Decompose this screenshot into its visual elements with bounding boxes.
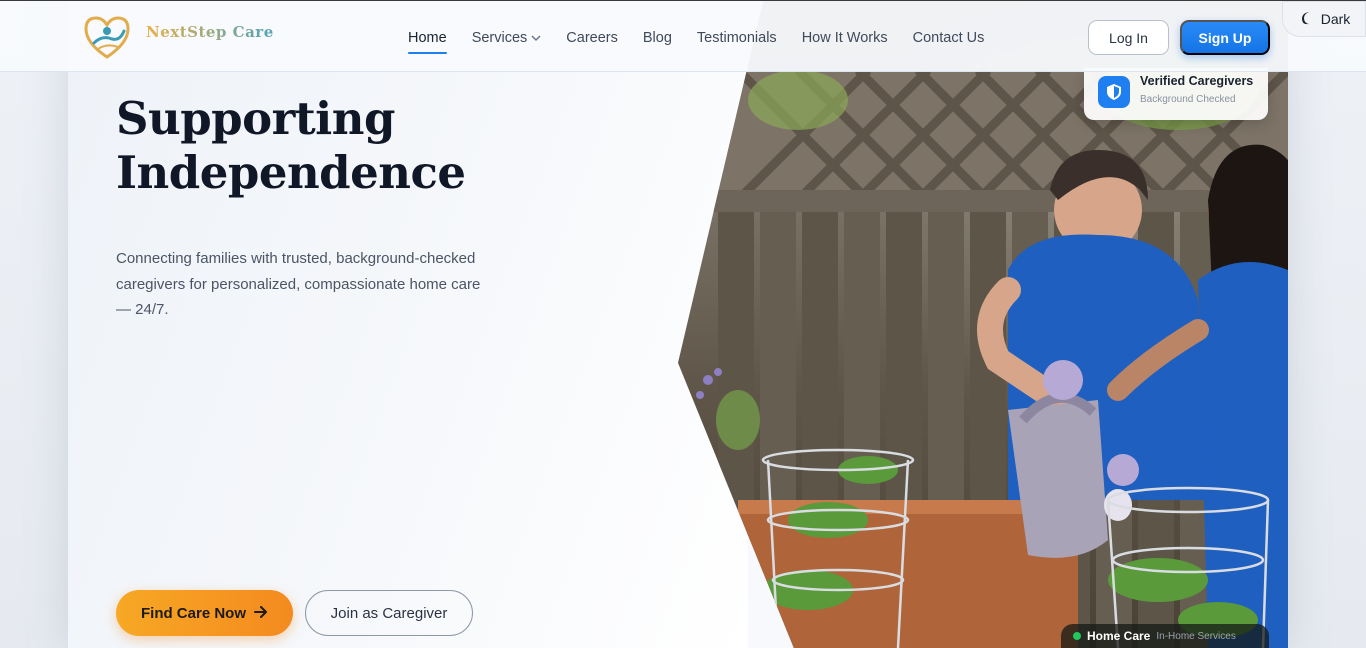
hero-description: Connecting families with trusted, backgr…	[116, 250, 481, 318]
nav-item-careers[interactable]: Careers	[566, 29, 618, 53]
hero-title-line1: Supporting	[116, 92, 395, 145]
log-in-button[interactable]: Log In	[1088, 20, 1169, 55]
home-care-title: Home Care	[1087, 629, 1151, 643]
find-care-now-button[interactable]: Find Care Now	[116, 590, 293, 636]
main-nav: Home Services Careers Blog Testimonials …	[408, 29, 1009, 54]
dark-mode-toggle[interactable]: Dark	[1282, 1, 1366, 37]
shield-icon	[1098, 76, 1130, 108]
chevron-down-icon	[531, 31, 541, 49]
sign-up-button[interactable]: Sign Up	[1180, 20, 1270, 55]
status-dot-icon	[1073, 632, 1081, 640]
join-as-caregiver-button[interactable]: Join as Caregiver	[305, 590, 473, 636]
home-care-badge: Home Care In-Home Services	[1061, 624, 1269, 648]
nav-item-label: Services	[471, 30, 528, 46]
brand-name[interactable]: NextStep Care	[146, 23, 274, 41]
nav-item-label: Contact Us	[912, 30, 985, 46]
home-care-subtitle: In-Home Services	[1156, 630, 1236, 642]
site-header: NextStep Care Home Services Careers Blog…	[0, 0, 1366, 72]
arrow-right-icon	[254, 605, 268, 622]
verified-caregivers-subtitle: Background Checked	[1140, 94, 1236, 105]
nav-item-label: Home	[408, 30, 447, 46]
verified-caregivers-badge: Verified Caregivers Background Checked	[1084, 68, 1268, 120]
nav-item-testimonials[interactable]: Testimonials	[697, 29, 777, 53]
nav-item-label: Blog	[642, 30, 672, 46]
nav-item-label: Testimonials	[696, 30, 777, 46]
moon-icon	[1298, 10, 1314, 29]
nav-item-home[interactable]: Home	[408, 29, 447, 54]
hero-title: Supporting Independence	[116, 92, 636, 200]
nav-item-contact-us[interactable]: Contact Us	[913, 29, 985, 53]
find-care-now-label: Find Care Now	[140, 604, 246, 622]
nav-item-label: Careers	[566, 30, 618, 46]
nav-item-label: How It Works	[801, 30, 888, 46]
brand-logo-icon[interactable]	[82, 13, 132, 61]
nav-item-blog[interactable]: Blog	[643, 29, 672, 53]
hero-title-line2: Independence	[116, 146, 466, 199]
verified-caregivers-title: Verified Caregivers	[1140, 74, 1254, 88]
nav-item-how-it-works[interactable]: How It Works	[802, 29, 888, 53]
dark-mode-label: Dark	[1320, 11, 1351, 27]
nav-item-services[interactable]: Services	[472, 29, 542, 53]
